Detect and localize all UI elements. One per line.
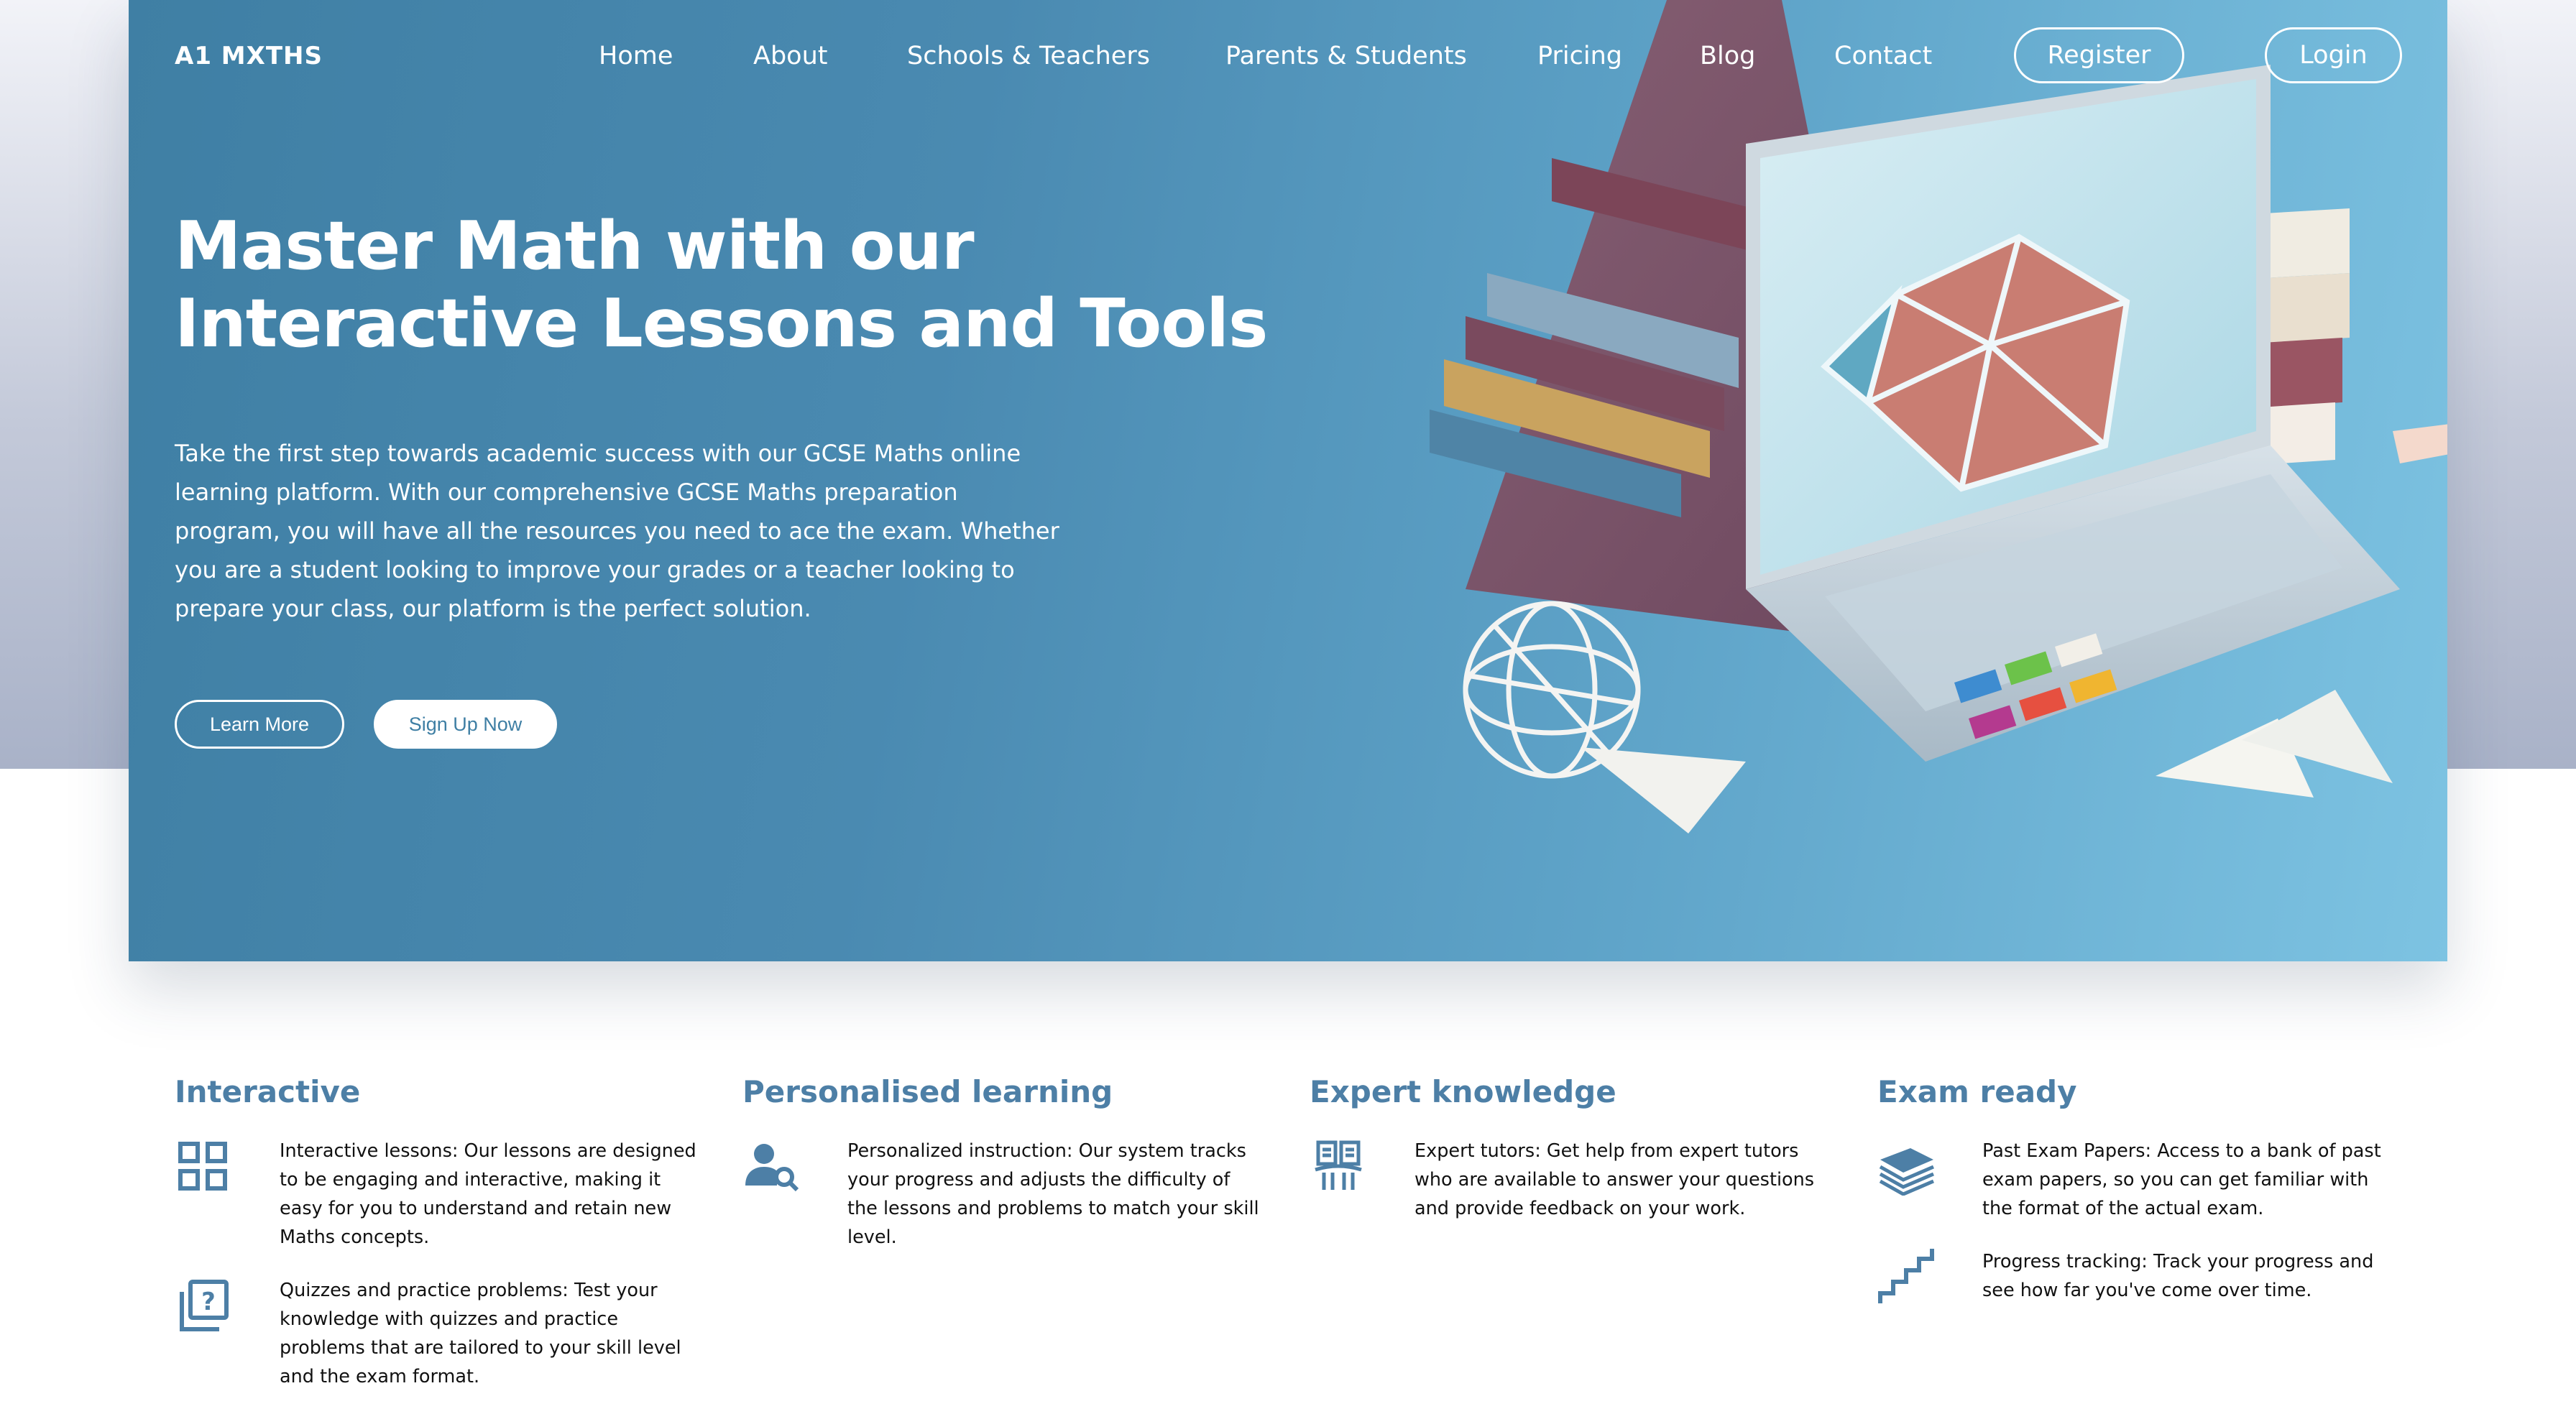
stairs-icon	[1877, 1249, 1935, 1306]
quiz-icon: ?	[175, 1277, 232, 1335]
feature-column-interactive: Interactive Interactive lessons: Our les…	[175, 1071, 699, 1387]
feature-column-exam: Exam ready Past Exam Papers: Access to a…	[1877, 1071, 2402, 1303]
feature-text: Interactive lessons: Our lessons are des…	[280, 1140, 696, 1248]
feature-heading: Expert knowledge	[1310, 1074, 1616, 1109]
feature-text: Expert tutors: Get help from expert tuto…	[1414, 1140, 1815, 1219]
feature-heading: Interactive	[175, 1074, 361, 1109]
feature-text: Progress tracking: Track your progress a…	[1982, 1251, 2374, 1301]
nav-home[interactable]: Home	[599, 42, 673, 70]
feature-column-personalised: Personalised learning Personalized instr…	[742, 1071, 1267, 1248]
hero-illustration	[1430, 0, 2447, 833]
features-section: Interactive Interactive lessons: Our les…	[175, 1071, 2446, 1408]
feature-text: Past Exam Papers: Access to a bank of pa…	[1982, 1140, 2381, 1219]
feature-text: Personalized instruction: Our system tra…	[847, 1140, 1259, 1248]
user-search-icon	[742, 1138, 800, 1196]
nav-schools-teachers[interactable]: Schools & Teachers	[907, 42, 1150, 70]
feature-heading: Exam ready	[1877, 1074, 2077, 1109]
svg-text:?: ?	[201, 1288, 216, 1316]
learn-more-button[interactable]: Learn More	[175, 700, 344, 749]
stack-icon	[1877, 1138, 1935, 1196]
hero-title: Master Math with our Interactive Lessons…	[175, 207, 1268, 362]
book-pillar-icon	[1310, 1138, 1367, 1196]
nav-parents-students[interactable]: Parents & Students	[1225, 42, 1467, 70]
register-button[interactable]: Register	[2014, 27, 2184, 83]
feature-text: Quizzes and practice problems: Test your…	[280, 1280, 681, 1387]
feature-heading: Personalised learning	[742, 1074, 1113, 1109]
hero-description: Take the first step towards academic suc…	[175, 440, 1059, 622]
nav-pricing[interactable]: Pricing	[1537, 42, 1622, 70]
login-button[interactable]: Login	[2265, 27, 2402, 83]
sign-up-button[interactable]: Sign Up Now	[374, 700, 557, 749]
nav-blog[interactable]: Blog	[1700, 42, 1755, 70]
feature-column-expert: Expert knowledge Expert tutors: Get help…	[1310, 1071, 1834, 1219]
nav-about[interactable]: About	[753, 42, 827, 70]
grid-icon	[175, 1138, 232, 1196]
nav-contact[interactable]: Contact	[1834, 42, 1932, 70]
main-nav: Home About Schools & Teachers Parents & …	[129, 27, 2447, 83]
hero-section: A1 MXTHS Home About Schools & Teachers P…	[129, 0, 2447, 961]
